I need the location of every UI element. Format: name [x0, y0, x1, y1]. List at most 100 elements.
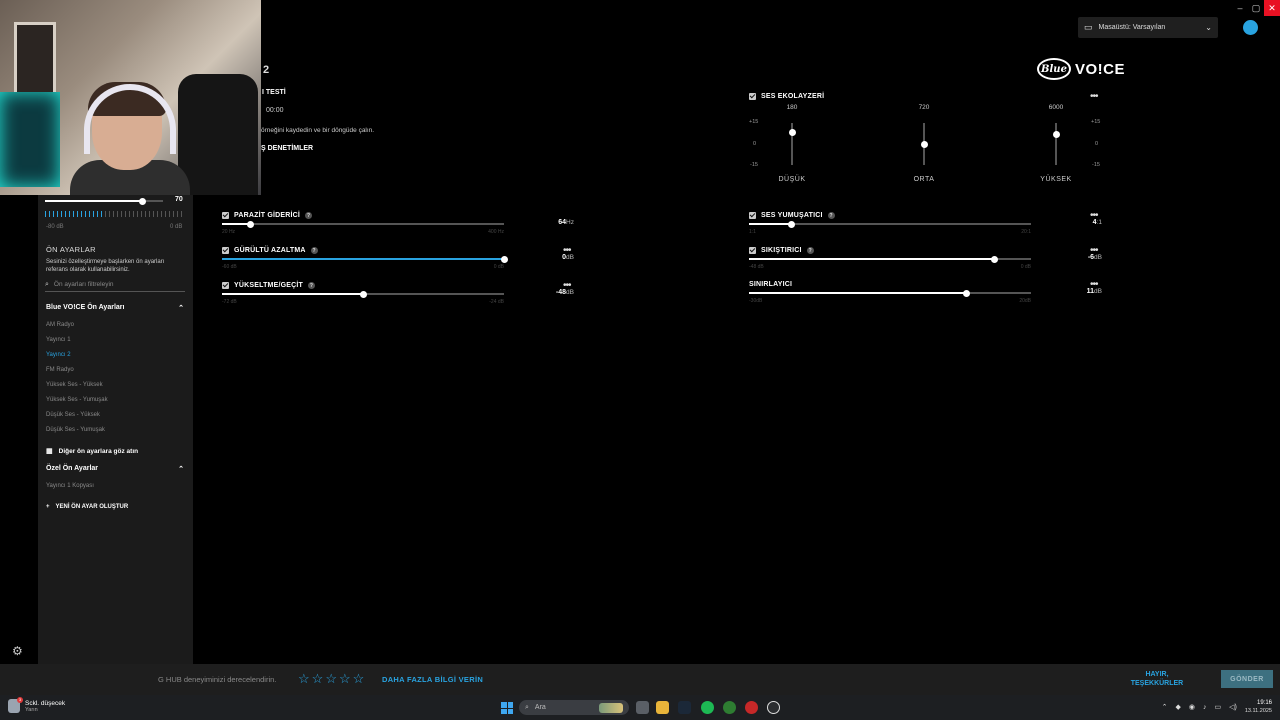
eq-band-thumb[interactable]: [788, 129, 796, 137]
tray-app-icon[interactable]: ◆: [1176, 703, 1181, 711]
preset-item[interactable]: Yüksek Ses - Yüksek: [46, 382, 103, 388]
tray-ghub-icon[interactable]: ◉: [1189, 703, 1195, 711]
search-highlight-image: [599, 702, 623, 713]
custom-preset-item[interactable]: Yayıncı 1 Kopyası: [46, 483, 94, 489]
volume-icon[interactable]: ◁): [1229, 703, 1237, 711]
more-info-link[interactable]: DAHA FAZLA BİLGİ VERİN: [382, 675, 483, 684]
browse-presets-link[interactable]: ▦ Diğer ön ayarlara göz atın: [46, 447, 139, 456]
preset-item[interactable]: Yüksek Ses - Yumuşak: [46, 397, 108, 403]
no-thanks-line2: TEŞEKKÜRLER: [1130, 680, 1184, 687]
slider-max-label: 400 Hz: [488, 229, 504, 235]
star-icon[interactable]: ☆: [298, 671, 310, 687]
clock[interactable]: 19:16 13.11.2025: [1245, 699, 1272, 715]
control-value: -6dB: [1062, 254, 1102, 261]
control-label: GÜRÜLTÜ AZALTMA?: [222, 247, 318, 254]
weather-widget[interactable]: 3 Sckl. düşecek Yarın: [8, 697, 65, 713]
grid-icon: ▦: [46, 448, 53, 455]
slider-max-label: -24 dB: [489, 299, 504, 305]
control-checkbox[interactable]: [222, 212, 229, 219]
control-value-unit: dB: [1094, 254, 1102, 261]
window-controls: – ▢ ✕: [1232, 0, 1280, 16]
preset-number: 2: [263, 64, 270, 76]
device-selector[interactable]: ▭ Masaüstü: Varsayılan ⌄: [1078, 17, 1218, 38]
slider-thumb[interactable]: [991, 256, 999, 263]
custom-presets-header[interactable]: Özel Ön Ayarlar ⌃: [46, 465, 184, 473]
windows-start-icon[interactable]: [501, 702, 513, 714]
settings-gear-icon[interactable]: ⚙: [12, 644, 23, 658]
slider-track[interactable]: [222, 223, 504, 225]
chrome-icon[interactable]: [723, 701, 736, 714]
control-value: 64Hz: [534, 219, 574, 226]
create-preset-button[interactable]: + YENİ ÖN AYAR OLUŞTUR: [46, 504, 128, 510]
close-button[interactable]: ✕: [1264, 0, 1280, 16]
preset-item[interactable]: FM Radyo: [46, 367, 74, 373]
no-thanks-button[interactable]: HAYIR, TEŞEKKÜRLER: [1124, 670, 1190, 688]
slider-thumb[interactable]: [501, 256, 508, 263]
eq-band-thumb[interactable]: [1052, 130, 1060, 138]
control-checkbox[interactable]: [749, 247, 756, 254]
control-checkbox[interactable]: [749, 212, 756, 219]
equalizer-checkbox[interactable]: [749, 93, 756, 100]
preset-search-placeholder: Ön ayarları filtreleyin: [53, 281, 114, 288]
taskbar-search-placeholder: Ara: [534, 704, 546, 711]
help-icon[interactable]: ?: [310, 247, 318, 254]
control-checkbox[interactable]: [222, 247, 229, 254]
equalizer-label[interactable]: SES EKOLAYZERİ: [749, 93, 824, 100]
control-value-unit: Hz: [566, 219, 574, 226]
slider-thumb[interactable]: [788, 221, 796, 228]
control-title: SINIRLAYICI: [749, 281, 793, 288]
send-button[interactable]: GÖNDER: [1221, 670, 1273, 688]
weather-icon: 3: [8, 697, 23, 713]
slider-thumb[interactable]: [360, 291, 367, 298]
ghub-icon[interactable]: [767, 701, 780, 714]
preset-item[interactable]: Yayıncı 1: [46, 337, 71, 343]
user-avatar[interactable]: [1243, 20, 1258, 35]
maximize-button[interactable]: ▢: [1248, 0, 1264, 16]
control-checkbox[interactable]: [222, 282, 229, 289]
eq-scale-right-bottom: -15: [1092, 162, 1100, 168]
equalizer-menu-icon[interactable]: •••: [1090, 92, 1098, 102]
microphone-icon[interactable]: ♪: [1203, 704, 1207, 711]
task-view-icon[interactable]: [636, 701, 649, 714]
control-value-number: 64: [558, 219, 567, 226]
preset-item[interactable]: Yayıncı 2: [46, 352, 71, 358]
star-icon[interactable]: ☆: [353, 671, 365, 687]
mic-level-slider[interactable]: [138, 198, 146, 205]
meter-max: 0 dB: [170, 224, 183, 230]
clock-time: 19:16: [1256, 700, 1272, 706]
help-icon[interactable]: ?: [307, 282, 315, 289]
slider-thumb[interactable]: [247, 221, 255, 228]
spotify-icon[interactable]: [701, 701, 714, 714]
star-icon[interactable]: ☆: [339, 671, 351, 687]
help-icon[interactable]: ?: [827, 212, 835, 219]
opera-icon[interactable]: [745, 701, 758, 714]
star-icon[interactable]: ☆: [312, 671, 324, 687]
eq-scale-left-bottom: -15: [750, 162, 758, 168]
eq-band-track[interactable]: [1055, 123, 1057, 165]
steam-icon[interactable]: [678, 701, 691, 714]
preset-item[interactable]: Düşük Ses - Yüksek: [46, 412, 100, 418]
help-icon[interactable]: ?: [305, 212, 313, 219]
preset-search[interactable]: ⌕ Ön ayarları filtreleyin: [45, 278, 185, 292]
eq-band-thumb[interactable]: [920, 140, 928, 148]
control-value-number: 11: [1086, 288, 1095, 295]
file-explorer-icon[interactable]: [656, 701, 669, 714]
plus-icon: +: [46, 504, 50, 510]
preset-item[interactable]: Düşük Ses - Yumuşak: [46, 427, 105, 433]
star-icon[interactable]: ☆: [325, 671, 337, 687]
control-title: SIKIŞTIRICI: [761, 247, 802, 254]
minimize-button[interactable]: –: [1232, 0, 1248, 16]
tray-chevron-up-icon[interactable]: ⌃: [1162, 703, 1168, 711]
presets-description: Sesinizi özelleştirmeye başlarken ön aya…: [46, 259, 165, 273]
taskbar-search[interactable]: ⌕ Ara: [519, 700, 629, 715]
slider-thumb[interactable]: [963, 290, 971, 297]
webcam-overlay: [0, 0, 261, 195]
control-value-unit: dB: [1094, 288, 1102, 295]
browse-presets-label: Diğer ön ayarlara göz atın: [58, 447, 139, 455]
record-hint: örneğini kaydedin ve bir döngüde çalın.: [261, 127, 375, 134]
preset-item[interactable]: AM Radyo: [46, 322, 74, 328]
network-icon[interactable]: ▭: [1215, 703, 1222, 711]
blue-presets-header[interactable]: Blue VO!CE Ön Ayarları ⌃: [46, 304, 184, 312]
test-label: I TESTİ: [262, 89, 286, 96]
help-icon[interactable]: ?: [806, 247, 814, 254]
